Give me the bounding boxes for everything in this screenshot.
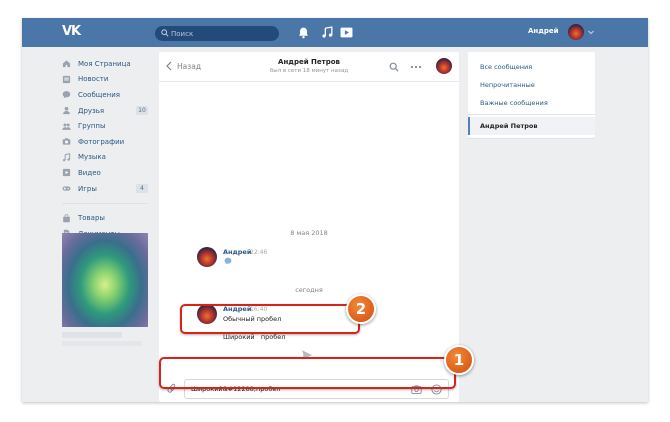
- highlight-received-message: [180, 304, 360, 334]
- games-icon: [62, 186, 71, 191]
- highlight-message-input: [159, 357, 456, 389]
- sidebar-item-label: Видео: [78, 168, 101, 177]
- search-box[interactable]: [155, 26, 279, 41]
- more-options-icon[interactable]: [410, 63, 422, 71]
- filter-important[interactable]: Важные сообщения: [468, 94, 595, 112]
- sidebar-item-news[interactable]: Новости: [62, 72, 148, 88]
- messages-icon: [62, 91, 71, 99]
- games-count-badge: 4: [136, 183, 148, 193]
- ad-banner-image[interactable]: [62, 233, 148, 327]
- filter-unread[interactable]: Непрочитанные: [468, 76, 595, 94]
- shopping-bag-icon: [63, 213, 70, 222]
- video-icon: [62, 169, 71, 177]
- active-conversation-item[interactable]: Андрей Петров: [468, 117, 595, 135]
- sidebar-item-games[interactable]: Игры 4: [62, 181, 148, 197]
- messages-filter-menu: Все сообщения Непрочитанные Важные сообщ…: [468, 52, 595, 138]
- search-icon: [161, 29, 169, 37]
- friends-count-badge: 10: [136, 105, 148, 115]
- conversation-header: Назад Андрей Петров был в сети 18 минут …: [159, 52, 459, 82]
- sidebar-item-photos[interactable]: Фотографии: [62, 134, 148, 150]
- message-time: 22:46: [250, 249, 268, 256]
- top-bar: VK Андрей: [22, 18, 648, 47]
- ad-banner-text-placeholder: [62, 341, 142, 346]
- sidebar-item-messages[interactable]: Сообщения: [62, 87, 148, 103]
- menu-divider: [468, 114, 595, 115]
- date-separator: сегодня: [295, 286, 323, 294]
- sidebar-item-friends[interactable]: Друзья 10: [62, 103, 148, 119]
- left-sidebar: Моя Страница Новости Сообщения Друзья 10…: [62, 56, 148, 242]
- music-note-icon[interactable]: [321, 26, 334, 39]
- chevron-down-icon[interactable]: [587, 28, 595, 36]
- search-icon[interactable]: [389, 62, 399, 72]
- sidebar-item-my-page[interactable]: Моя Страница: [62, 56, 148, 72]
- user-avatar[interactable]: [568, 24, 584, 40]
- groups-icon: [62, 123, 71, 130]
- date-separator: 8 мая 2018: [290, 229, 328, 237]
- sidebar-item-video[interactable]: Видео: [62, 165, 148, 181]
- sidebar-item-label: Сообщения: [78, 90, 121, 99]
- sidebar-item-label: Игры: [78, 184, 97, 193]
- news-icon: [62, 75, 71, 83]
- sidebar-item-groups[interactable]: Группы: [62, 118, 148, 134]
- browser-page: VK Андрей Моя Страница Новости Сообщения…: [22, 18, 648, 402]
- sidebar-item-label: Товары: [78, 214, 105, 223]
- sidebar-item-label: Группы: [78, 122, 106, 131]
- search-input[interactable]: [171, 27, 275, 40]
- message-avatar[interactable]: [197, 247, 217, 267]
- step-1-callout: 1: [444, 345, 474, 375]
- sidebar-divider: [62, 203, 148, 205]
- sidebar-item-label: Фотографии: [78, 137, 125, 146]
- user-name[interactable]: Андрей: [528, 27, 559, 35]
- music-icon: [62, 152, 71, 162]
- step-2-callout: 2: [346, 294, 376, 324]
- sidebar-item-goods[interactable]: Товары: [62, 210, 148, 226]
- ad-banner-title-placeholder: [62, 332, 122, 338]
- sidebar-item-label: Новости: [78, 75, 109, 84]
- friends-icon: [63, 106, 70, 115]
- peer-avatar[interactable]: [436, 58, 452, 74]
- home-icon: [62, 60, 71, 68]
- sticker-message-icon: [224, 257, 232, 265]
- vk-logo[interactable]: VK: [62, 25, 84, 39]
- message-author[interactable]: Андрей: [223, 248, 251, 256]
- play-icon[interactable]: [340, 26, 353, 39]
- sidebar-item-label: Моя Страница: [78, 59, 131, 68]
- camera-icon: [62, 138, 71, 145]
- sidebar-item-label: Друзья: [78, 106, 105, 115]
- filter-all-messages[interactable]: Все сообщения: [468, 58, 595, 76]
- bell-icon[interactable]: [297, 26, 310, 39]
- sidebar-item-label: Музыка: [78, 153, 106, 162]
- sidebar-item-music[interactable]: Музыка: [62, 150, 148, 166]
- message-text: Широкий пробел: [223, 333, 286, 341]
